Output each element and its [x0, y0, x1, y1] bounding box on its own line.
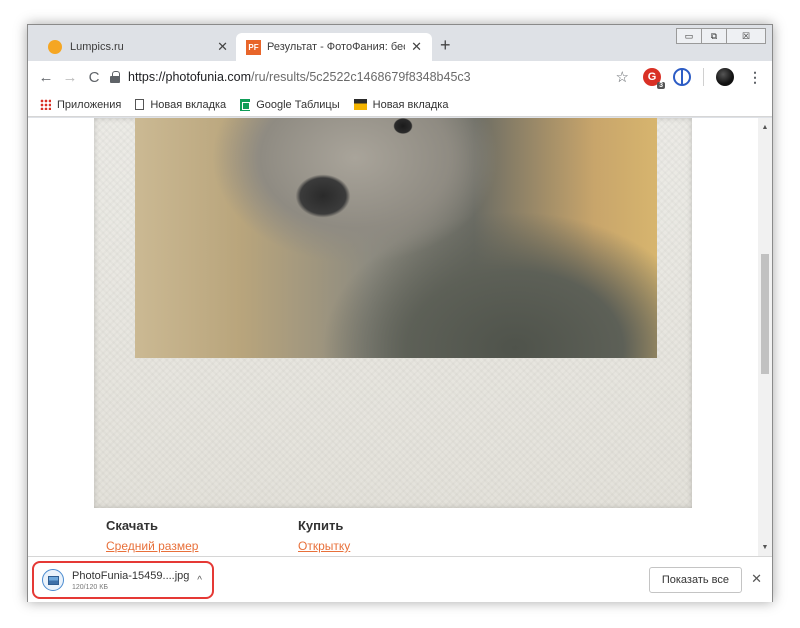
tab-close-icon[interactable]: ✕ — [217, 39, 228, 55]
address-bar[interactable]: https://photofunia.com/ru/results/5c2522… — [110, 65, 616, 89]
buy-section: Купить Открытку — [298, 518, 350, 553]
close-window-button[interactable]: ☒ — [726, 28, 766, 44]
minimize-button[interactable]: ▭ — [676, 28, 702, 44]
download-size: 120/120 КБ — [72, 583, 108, 591]
bookmark-apps[interactable]: Приложения — [40, 99, 121, 111]
extension-badge: 3 — [657, 82, 665, 89]
lock-icon — [110, 71, 120, 83]
tab-close-icon[interactable]: ✕ — [411, 39, 422, 55]
url-path: /ru/results/5c2522c1468679f8348b45c3 — [251, 70, 471, 84]
extension-globe-icon[interactable] — [673, 68, 691, 86]
bookmark-label: Приложения — [57, 98, 122, 111]
toolbar-divider — [703, 68, 704, 86]
page-icon — [135, 99, 145, 110]
chevron-up-icon[interactable]: ^ — [197, 575, 202, 586]
result-actions: Скачать Средний размер Купить Открытку — [106, 518, 606, 556]
browser-window: Lumpics.ru ✕ PF Результат - ФотоФания: б… — [27, 24, 773, 602]
menu-dots-icon[interactable]: ⋮ — [748, 69, 762, 86]
back-arrow-icon[interactable]: ← — [34, 69, 58, 86]
google-sheets-icon — [240, 98, 251, 111]
bookmark-label: Новая вкладка — [150, 98, 227, 111]
buy-postcard-link[interactable]: Открытку — [298, 539, 350, 553]
bookmark-new-tab-2[interactable]: Новая вкладка — [353, 98, 449, 111]
url-domain: https://photofunia.com — [128, 70, 251, 84]
extension-g-icon[interactable]: G3 — [643, 68, 665, 89]
tab-lumpics[interactable]: Lumpics.ru ✕ — [38, 33, 238, 61]
download-filename: PhotoFunia-15459....jpg — [72, 569, 190, 582]
download-heading: Скачать — [106, 518, 158, 533]
apps-grid-icon — [40, 99, 51, 110]
reload-icon[interactable]: C — [82, 69, 106, 86]
photofunia-favicon-icon: PF — [246, 39, 261, 55]
tab-title: Lumpics.ru — [70, 41, 124, 53]
bookmark-label: Новая вкладка — [372, 98, 449, 111]
bookmarks-bar: Приложения Новая вкладка Google Таблицы … — [28, 93, 772, 117]
koala-photo — [135, 118, 657, 358]
bookmark-google-sheets[interactable]: Google Таблицы — [240, 98, 340, 111]
downloaded-file-item[interactable]: PhotoFunia-15459....jpg 120/120 КБ ^ — [32, 561, 214, 599]
page-content: Скачать Средний размер Купить Открытку — [28, 118, 758, 556]
download-section: Скачать Средний размер — [106, 518, 198, 553]
browser-toolbar: ← → C https://photofunia.com/ru/results/… — [28, 61, 772, 93]
polaroid-frame — [94, 118, 692, 508]
show-all-button[interactable]: Показать все — [648, 567, 742, 593]
bookmark-new-tab-1[interactable]: Новая вкладка — [135, 99, 226, 111]
lumpics-favicon-icon — [48, 40, 62, 54]
scroll-thumb[interactable] — [761, 254, 769, 374]
window-controls: ▭ ⧉ ☒ — [676, 28, 766, 44]
buy-heading: Купить — [298, 518, 344, 533]
close-icon[interactable]: ✕ — [751, 571, 762, 587]
image-file-icon — [42, 569, 64, 591]
maximize-button[interactable]: ⧉ — [701, 28, 727, 44]
vertical-scrollbar[interactable]: ▲ ▼ — [758, 118, 772, 556]
profile-avatar[interactable] — [716, 68, 734, 86]
download-shelf: PhotoFunia-15459....jpg 120/120 КБ ^ Пок… — [28, 556, 772, 602]
tab-strip: Lumpics.ru ✕ PF Результат - ФотоФания: б… — [28, 25, 772, 61]
new-tab-plus-icon[interactable]: + — [440, 35, 451, 56]
bookmark-star-icon[interactable]: ☆ — [616, 68, 629, 86]
scroll-up-icon[interactable]: ▲ — [758, 120, 772, 134]
bookmark-label: Google Таблицы — [256, 98, 340, 111]
tab-title: Результат - ФотоФания: беспла — [267, 41, 405, 53]
forward-arrow-icon[interactable]: → — [58, 69, 82, 86]
image-icon — [353, 99, 367, 110]
download-medium-link[interactable]: Средний размер — [106, 539, 198, 553]
scroll-down-icon[interactable]: ▼ — [758, 540, 772, 554]
tab-photofunia-result[interactable]: PF Результат - ФотоФания: беспла ✕ — [236, 33, 432, 61]
